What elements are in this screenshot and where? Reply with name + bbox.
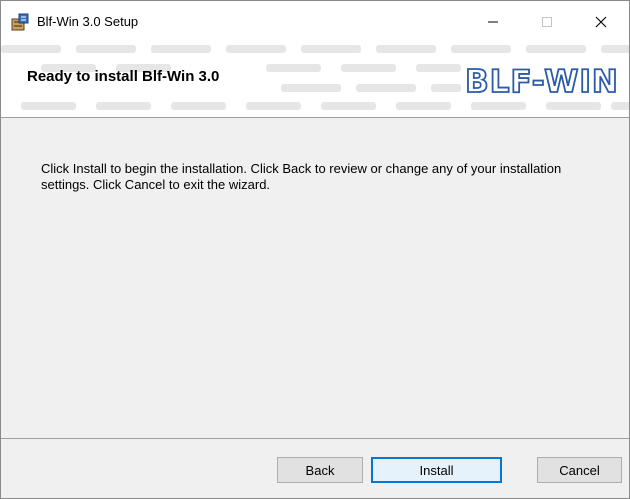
svg-text:BLF-WIN: BLF-WIN [466,64,619,100]
close-icon [595,16,607,27]
blf-win-logo: BLF-WIN [466,63,619,100]
header-banner: Ready to install Blf-Win 3.0 BLF-WIN [1,42,629,117]
instructions-text: Click Install to begin the installation.… [41,161,562,192]
page-title: Ready to install Blf-Win 3.0 [27,68,220,85]
cancel-button[interactable]: Cancel [537,457,622,483]
setup-window: Blf-Win 3.0 Setup Ready to install Blf-W… [0,0,630,499]
back-button[interactable]: Back [277,457,363,483]
minimize-icon [488,21,498,22]
window-title: Blf-Win 3.0 Setup [37,14,139,29]
banner-divider [1,117,629,118]
close-button[interactable] [578,1,624,42]
title-bar[interactable]: Blf-Win 3.0 Setup [1,1,629,42]
maximize-button[interactable] [524,1,570,42]
setup-package-icon [10,12,30,32]
minimize-button[interactable] [470,1,516,42]
footer-divider [1,438,629,439]
install-button[interactable]: Install [371,457,502,483]
maximize-icon [542,16,552,27]
